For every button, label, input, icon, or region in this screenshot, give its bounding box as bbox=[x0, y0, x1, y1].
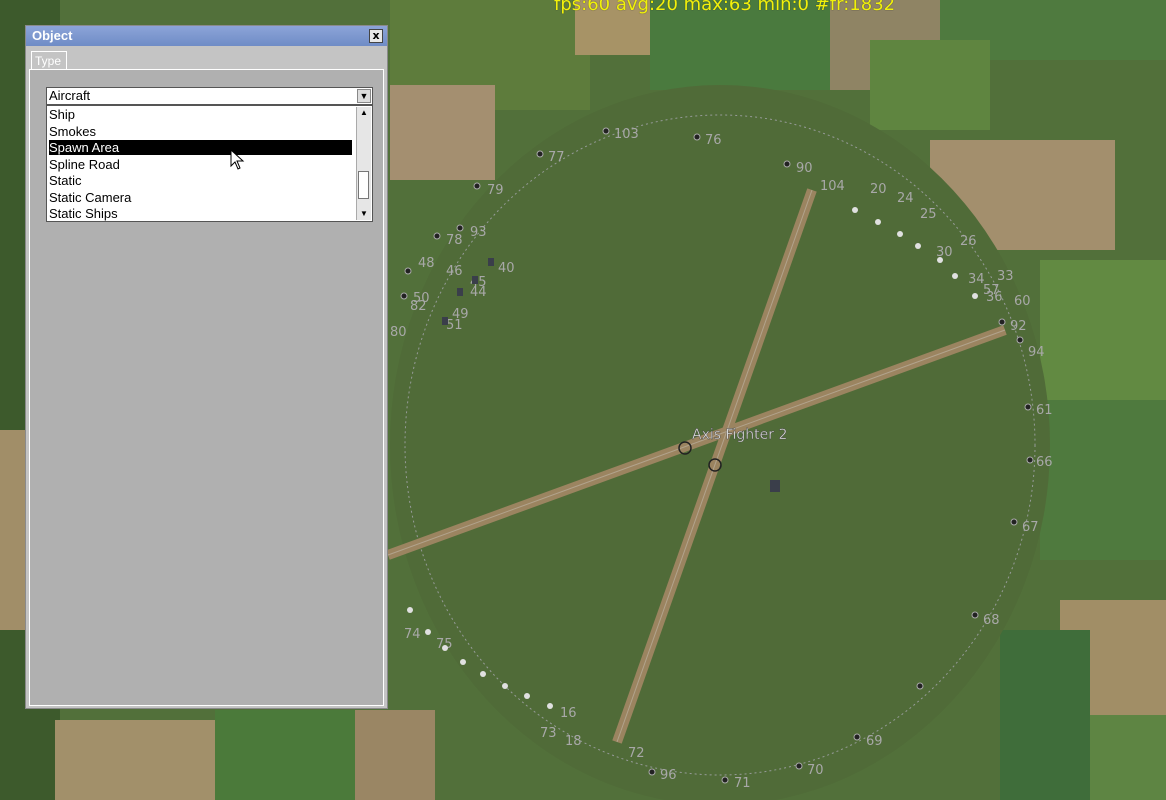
svg-text:103: 103 bbox=[614, 127, 639, 142]
dropdown-scrollbar[interactable]: ▲ ▼ bbox=[356, 107, 371, 220]
svg-text:82: 82 bbox=[410, 299, 427, 314]
list-item[interactable]: Static bbox=[49, 173, 352, 188]
field-patch bbox=[1090, 715, 1166, 800]
svg-text:36: 36 bbox=[986, 290, 1003, 305]
svg-text:68: 68 bbox=[983, 613, 1000, 628]
svg-text:96: 96 bbox=[660, 768, 677, 783]
list-item[interactable]: Spline Road bbox=[49, 157, 352, 172]
field-patch bbox=[55, 720, 215, 800]
svg-text:46: 46 bbox=[446, 264, 463, 279]
svg-text:20: 20 bbox=[870, 182, 887, 197]
svg-text:69: 69 bbox=[866, 734, 883, 749]
field-patch bbox=[1000, 630, 1090, 800]
list-item[interactable]: Static Ships bbox=[49, 206, 352, 221]
svg-text:77: 77 bbox=[548, 150, 565, 165]
svg-text:72: 72 bbox=[628, 746, 645, 761]
field-patch bbox=[215, 710, 365, 800]
svg-text:26: 26 bbox=[960, 234, 977, 249]
svg-text:33: 33 bbox=[997, 269, 1014, 284]
list-item[interactable]: Static Camera bbox=[49, 190, 352, 205]
field-patch bbox=[1040, 260, 1166, 400]
svg-text:67: 67 bbox=[1022, 520, 1039, 535]
svg-text:24: 24 bbox=[897, 191, 914, 206]
list-item-selected[interactable]: Spawn Area bbox=[49, 140, 352, 155]
field-patch bbox=[870, 40, 990, 130]
field-patch bbox=[1040, 400, 1166, 560]
svg-text:73: 73 bbox=[540, 726, 557, 741]
mouse-cursor-icon bbox=[230, 149, 245, 170]
svg-text:93: 93 bbox=[470, 225, 487, 240]
svg-text:25: 25 bbox=[920, 207, 937, 222]
type-combo[interactable]: Aircraft ▼ bbox=[46, 87, 373, 105]
svg-text:78: 78 bbox=[446, 233, 463, 248]
svg-text:79: 79 bbox=[487, 183, 504, 198]
svg-text:16: 16 bbox=[560, 706, 577, 721]
dialog-title: Object bbox=[32, 28, 73, 43]
svg-text:40: 40 bbox=[498, 261, 515, 276]
center-label: Axis Fighter 2 bbox=[692, 427, 787, 443]
svg-text:94: 94 bbox=[1028, 345, 1045, 360]
svg-text:60: 60 bbox=[1014, 294, 1031, 309]
list-item[interactable]: Smokes bbox=[49, 124, 352, 139]
svg-text:76: 76 bbox=[705, 133, 722, 148]
list-item[interactable]: Ship bbox=[49, 107, 352, 122]
tab-content: Aircraft ▼ Ship Smokes Spawn Area Spline… bbox=[29, 69, 384, 706]
scroll-thumb[interactable] bbox=[358, 171, 369, 199]
chevron-down-icon[interactable]: ▼ bbox=[357, 89, 371, 103]
field-patch bbox=[355, 710, 435, 800]
type-combo-value: Aircraft bbox=[49, 88, 91, 103]
tab-type[interactable]: Type bbox=[31, 51, 67, 69]
svg-text:34: 34 bbox=[968, 272, 985, 287]
svg-text:18: 18 bbox=[565, 734, 582, 749]
svg-text:104: 104 bbox=[820, 179, 845, 194]
svg-text:90: 90 bbox=[796, 161, 813, 176]
object-dialog[interactable]: Object x Type Aircraft ▼ Ship Smokes Spa… bbox=[25, 25, 388, 709]
fps-counter: fps:60 avg:20 max:63 min:0 #fr:1832 bbox=[554, 0, 896, 15]
svg-text:51: 51 bbox=[446, 318, 463, 333]
svg-text:66: 66 bbox=[1036, 455, 1053, 470]
close-icon[interactable]: x bbox=[369, 29, 383, 43]
svg-text:48: 48 bbox=[418, 256, 435, 271]
scroll-up-icon[interactable]: ▲ bbox=[357, 107, 371, 119]
svg-text:92: 92 bbox=[1010, 319, 1027, 334]
svg-text:71: 71 bbox=[734, 776, 751, 791]
svg-text:70: 70 bbox=[807, 763, 824, 778]
dialog-titlebar[interactable]: Object x bbox=[26, 26, 387, 46]
scroll-down-icon[interactable]: ▼ bbox=[357, 208, 371, 220]
svg-text:74: 74 bbox=[404, 627, 421, 642]
type-dropdown-list[interactable]: Ship Smokes Spawn Area Spline Road Stati… bbox=[46, 105, 373, 222]
svg-text:80: 80 bbox=[390, 325, 407, 340]
field-patch bbox=[390, 85, 495, 180]
svg-text:61: 61 bbox=[1036, 403, 1053, 418]
